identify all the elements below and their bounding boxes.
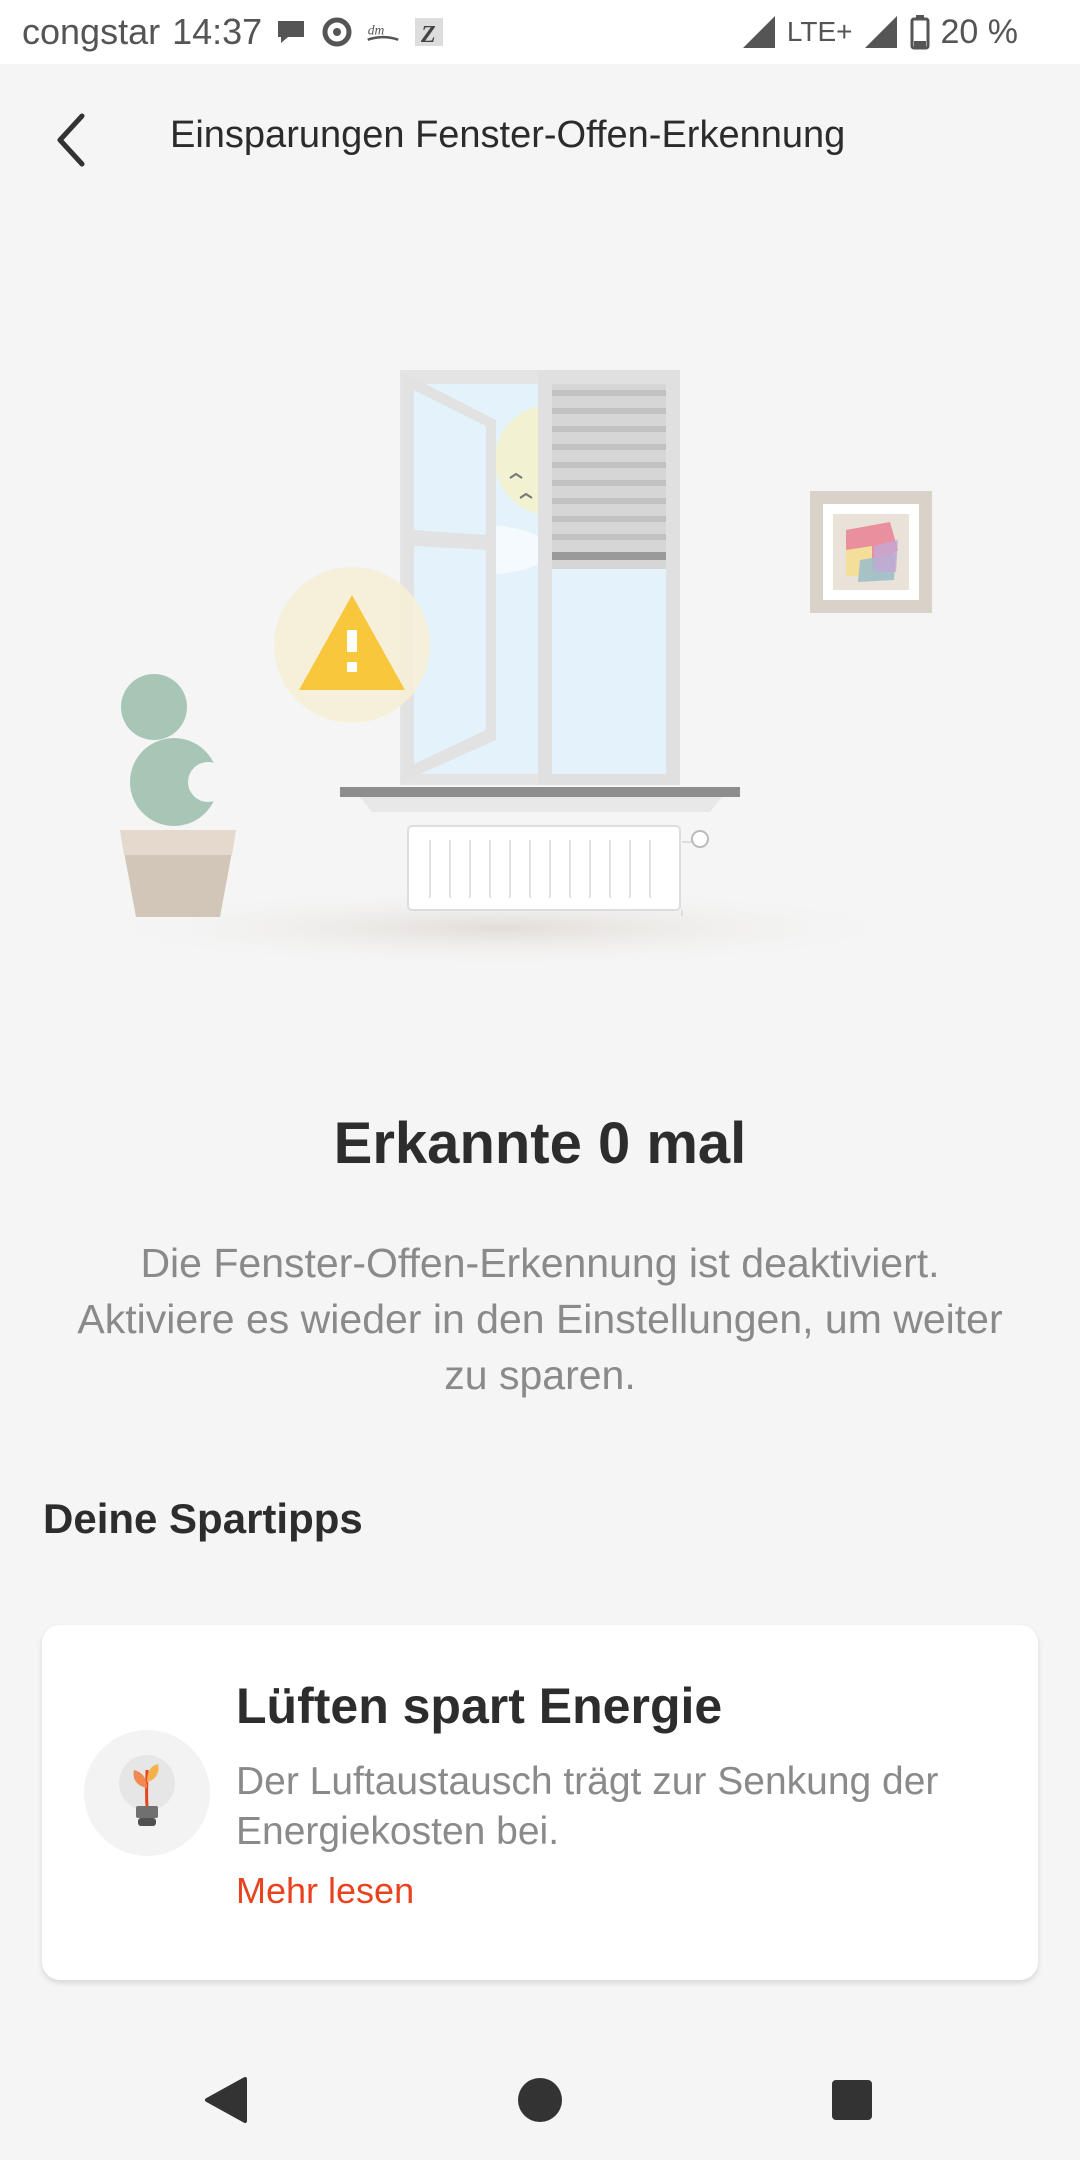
status-bar: congstar 14:37 dm Z LTE+ 20 % xyxy=(0,0,1080,64)
dm-app-icon: dm xyxy=(367,23,399,41)
battery-percentage: 20 % xyxy=(940,12,1019,51)
detection-count-headline: Erkannte 0 mal xyxy=(333,1111,747,1176)
svg-text:Z: Z xyxy=(420,22,436,48)
clock: 14:37 xyxy=(172,11,263,52)
refresh-app-icon xyxy=(322,17,352,47)
window-sill xyxy=(340,787,740,797)
potted-plant xyxy=(120,674,236,917)
tip-icon-container xyxy=(84,1730,210,1856)
nav-recents-button[interactable] xyxy=(824,2072,880,2128)
signal-icon-2 xyxy=(864,16,897,48)
page-title: Einsparungen Fenster-Offen-Erkennung xyxy=(170,114,846,156)
back-button[interactable] xyxy=(36,104,108,176)
nav-recents-icon xyxy=(832,2080,872,2120)
open-window-pane xyxy=(402,372,496,782)
app-bar: Einsparungen Fenster-Offen-Erkennung xyxy=(0,64,1080,214)
tip-title: Lüften spart Energie xyxy=(236,1678,723,1734)
z-app-icon: Z xyxy=(415,18,444,48)
tip-card[interactable]: Lüften spart Energie Der Luftaustausch t… xyxy=(42,1625,1038,1980)
open-window-illustration xyxy=(80,370,932,968)
chat-bubble-icon xyxy=(278,21,305,43)
read-more-link[interactable]: Mehr lesen xyxy=(236,1870,414,1912)
system-nav-bar xyxy=(0,2040,1080,2160)
svg-text:dm: dm xyxy=(368,23,385,38)
battery-icon xyxy=(910,15,929,50)
status-bar-left: congstar 14:37 dm Z xyxy=(22,10,446,54)
section-title-tips: Deine Spartipps xyxy=(43,1495,363,1542)
status-bar-right: LTE+ 20 % xyxy=(741,10,1018,54)
tip-description: Der Luftaustausch trägt zur Senkung der … xyxy=(236,1760,939,1853)
window-blinds xyxy=(552,384,666,569)
nav-home-icon xyxy=(518,2078,562,2122)
wall-picture xyxy=(810,491,932,613)
signal-icon xyxy=(742,16,775,48)
nav-home-button[interactable] xyxy=(512,2072,568,2128)
radiator xyxy=(407,825,709,916)
status-description: Die Fenster-Offen-Erkennung ist deaktivi… xyxy=(77,1240,1003,1398)
carrier-label: congstar xyxy=(22,11,161,52)
network-type: LTE+ xyxy=(786,16,853,47)
lightbulb-plant-icon xyxy=(119,1755,175,1826)
nav-back-button[interactable] xyxy=(198,2072,254,2128)
nav-back-icon xyxy=(205,2077,247,2123)
chevron-left-icon xyxy=(57,113,85,167)
